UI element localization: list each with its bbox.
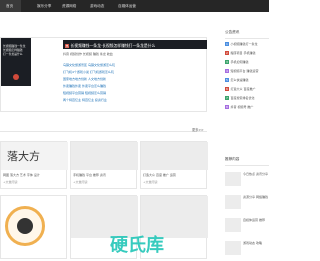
list-item[interactable]: 乌镇文化旅游景区 乌镇文化旅游怎么玩 xyxy=(63,63,203,70)
list-item[interactable]: 短视频平台营销 短视频怎么营销 xyxy=(63,91,203,98)
feature-list: 乌镇文化旅游景区 乌镇文化旅游怎么玩 打飞机4个游戏小说 打飞机游戏怎么玩 国家… xyxy=(63,63,203,105)
feature-title: 热长视频赚钱一条龙·长视频怎样赚钱打一条龙是什么 xyxy=(65,42,156,48)
sidebar-item[interactable]: 3 手机如何赚钱 xyxy=(225,59,269,69)
thumb-image xyxy=(225,217,241,232)
thumb-image xyxy=(225,194,241,209)
nav-media[interactable]: 自媒体运营 xyxy=(118,4,136,9)
nav-home[interactable]: 首页 xyxy=(6,4,13,9)
thumb-image xyxy=(225,240,241,255)
card-image xyxy=(141,142,208,170)
calligraphy-text: 落大方 xyxy=(7,150,40,163)
sidebar-item[interactable]: 4 短视频平台 赚钱运营 xyxy=(225,68,269,78)
feature-card: 长视频赚钱一条龙 长视频怎样赚钱 打一条龙是什么 热长视频赚钱一条龙·长视频怎样… xyxy=(0,37,207,112)
thumb-image xyxy=(225,171,241,186)
feature-image[interactable]: 长视频赚钱一条龙 长视频怎样赚钱 打一条龙是什么 xyxy=(1,38,31,86)
nav-entertainment[interactable]: 娱乐分享 xyxy=(37,4,51,9)
sidebar-item[interactable]: 1 小视频赚钱打一条龙 xyxy=(225,41,269,51)
list-item[interactable]: 外卖赚钱外卖 外卖平台怎么赚钱 xyxy=(63,84,203,91)
card-image xyxy=(71,142,138,170)
sidebar-item[interactable]: 6 打造大众 百度推广 xyxy=(225,86,269,96)
list-item[interactable]: 两个特百亿主 特百亿主 投资行业 xyxy=(63,98,203,105)
sidebar-title: 公告资讯 xyxy=(225,30,240,34)
card-sub: 打造大众 百度 推广 运营 xyxy=(143,173,176,177)
sidebar-post[interactable]: 资源分享 网络赚钱 xyxy=(225,194,269,209)
more-link[interactable]: 更多>> xyxy=(192,127,204,132)
nav-resources[interactable]: 资源网络 xyxy=(62,4,76,9)
post-card[interactable]: 落大方 网图 落大方 艺术 字体 设计 +文章阅读 xyxy=(0,141,68,189)
sidebar-bottom: 推荐内容 今日热点 资讯分享 资源分享 网络赚钱 自媒体运营 推荐 游戏动态 攻… xyxy=(225,157,269,257)
sidebar-item[interactable]: 8 抖音 视频号 推广 xyxy=(225,104,269,114)
sidebar-item[interactable]: 5 怎么快速赚钱 xyxy=(225,77,269,87)
sidebar-title: 推荐内容 xyxy=(225,157,240,161)
sidebar-post[interactable]: 游戏动态 攻略 xyxy=(225,240,269,255)
watermark-logo: 硬氏库 xyxy=(110,235,164,256)
list-item[interactable]: 国家地方地方创新 人文地方创新 xyxy=(63,77,203,84)
list-item[interactable]: 打飞机4个游戏小说 打飞机游戏怎么玩 xyxy=(63,70,203,77)
post-card[interactable]: 打造大众 百度 推广 运营 +文章阅读 xyxy=(140,141,208,189)
card-image: 落大方 xyxy=(1,142,68,170)
feature-headline-bar[interactable]: 热长视频赚钱一条龙·长视频怎样赚钱打一条龙是什么 xyxy=(63,40,207,49)
sidebar-item[interactable]: 2 搬砖项目 手机赚钱 xyxy=(225,50,269,60)
post-card[interactable] xyxy=(0,195,67,259)
post-card[interactable]: 手机赚钱 平台 推荐 资讯 +文章阅读 xyxy=(70,141,138,189)
feature-excerpt: 抖音 视频创作 长视频 赚钱 条龙 收益 xyxy=(63,52,113,56)
card-sub: 手机赚钱 平台 推荐 资讯 xyxy=(73,173,106,177)
taiji-icon xyxy=(17,218,33,234)
card-meta: +文章阅读 xyxy=(3,180,18,184)
sidebar-item[interactable]: 7 百度搜索排名优化 xyxy=(225,95,269,105)
sidebar-post[interactable]: 今日热点 资讯分享 xyxy=(225,171,269,186)
feature-overlay: 长视频赚钱一条龙 长视频怎样赚钱 打一条龙是什么 xyxy=(3,44,26,56)
top-nav: 首页 娱乐分享 资源网络 游戏动态 自媒体运营 xyxy=(0,0,269,12)
sidebar-post[interactable]: 自媒体运营 推荐 xyxy=(225,217,269,232)
nav-games[interactable]: 游戏动态 xyxy=(90,4,104,9)
sidebar-top: 公告资讯 1 小视频赚钱打一条龙 2 搬砖项目 手机赚钱 3 手机如何赚钱 4 短视频平… xyxy=(225,30,269,128)
card-meta: +文章阅读 xyxy=(73,180,88,184)
card-sub: 网图 落大方 艺术 字体 设计 xyxy=(3,173,40,177)
hot-badge: 热 xyxy=(65,43,69,48)
play-icon xyxy=(13,74,19,80)
card-meta: +文章阅读 xyxy=(143,180,158,184)
